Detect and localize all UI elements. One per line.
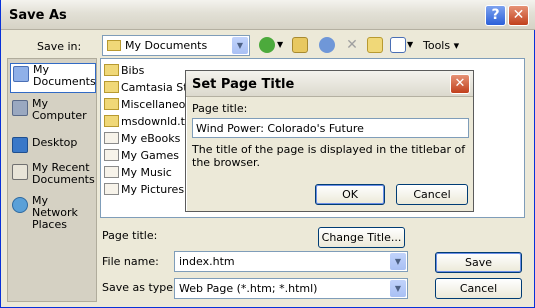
dialog-description: The title of the page is displayed in th… (192, 143, 466, 169)
save-type-select[interactable]: Web Page (*.htm; *.html) ▼ (174, 278, 408, 299)
my-documents-icon (13, 66, 29, 82)
place-label: My Recent Documents (32, 161, 95, 186)
new-folder-icon[interactable] (367, 37, 383, 53)
search-web-icon[interactable] (319, 37, 335, 53)
views-dropdown-icon[interactable]: ▼ (407, 40, 413, 49)
window-title: Save As (9, 8, 67, 23)
chevron-down-icon[interactable]: ▼ (390, 253, 406, 270)
change-title-button[interactable]: Change Title... (318, 227, 405, 248)
dialog-field-label: Page title: (192, 102, 248, 115)
dialog-cancel-button[interactable]: Cancel (396, 184, 468, 205)
places-bar: My Documents My Computer Desktop My Rece… (7, 58, 97, 302)
ok-button[interactable]: OK (315, 184, 385, 205)
save-as-window: Save As ? ✕ Save in: My Documents ▼ ▼ ✕ … (0, 0, 535, 308)
my-computer-icon (12, 100, 28, 116)
place-recent-documents[interactable]: My Recent Documents (10, 162, 96, 192)
file-name-label: File name: (102, 255, 159, 268)
title-bar: Save As ? ✕ (1, 0, 535, 30)
file-name-input[interactable]: index.htm ▼ (174, 251, 408, 272)
chevron-down-icon[interactable]: ▼ (232, 37, 248, 54)
place-label: My Documents (33, 63, 96, 88)
folder-icon (104, 115, 119, 127)
set-page-title-dialog: Set Page Title ✕ Page title: Wind Power:… (185, 70, 474, 212)
chevron-down-icon[interactable]: ▼ (390, 280, 406, 297)
dialog-title-bar: Set Page Title ✕ (186, 71, 473, 97)
save-in-combo[interactable]: My Documents ▼ (102, 35, 250, 56)
back-icon[interactable] (259, 37, 275, 53)
back-dropdown-icon[interactable]: ▼ (277, 40, 283, 49)
delete-icon[interactable]: ✕ (344, 37, 360, 53)
views-icon[interactable] (390, 37, 406, 53)
page-title-label: Page title: (102, 229, 158, 242)
folder-icon (104, 183, 119, 195)
page-title-input[interactable]: Wind Power: Colorado's Future (192, 118, 469, 138)
save-in-label: Save in: (37, 40, 82, 53)
place-my-documents[interactable]: My Documents (10, 63, 96, 93)
folder-icon (104, 166, 119, 178)
save-in-value: My Documents (125, 39, 208, 52)
place-desktop[interactable]: Desktop (10, 135, 96, 153)
save-type-label: Save as type: (102, 281, 177, 294)
place-label: Desktop (32, 136, 78, 149)
place-label: My Network Places (32, 194, 78, 231)
help-button[interactable]: ? (485, 5, 506, 26)
tools-menu[interactable]: Tools ▾ (423, 39, 459, 52)
cancel-button[interactable]: Cancel (435, 278, 522, 299)
place-label: My Computer (32, 97, 87, 122)
desktop-icon (12, 137, 28, 153)
folder-icon (104, 64, 119, 76)
dialog-title: Set Page Title (192, 77, 295, 92)
recent-documents-icon (12, 164, 28, 180)
close-button[interactable]: ✕ (508, 5, 529, 26)
save-button[interactable]: Save (435, 252, 522, 273)
network-places-icon (12, 197, 28, 213)
place-my-computer[interactable]: My Computer (10, 98, 96, 128)
folder-icon (104, 81, 119, 93)
folder-icon (104, 132, 119, 144)
up-folder-icon[interactable] (292, 37, 308, 53)
folder-icon (104, 98, 119, 110)
place-network-places[interactable]: My Network Places (10, 195, 96, 231)
folder-icon (104, 149, 119, 161)
dialog-close-button[interactable]: ✕ (450, 74, 470, 94)
folder-icon (107, 40, 121, 51)
